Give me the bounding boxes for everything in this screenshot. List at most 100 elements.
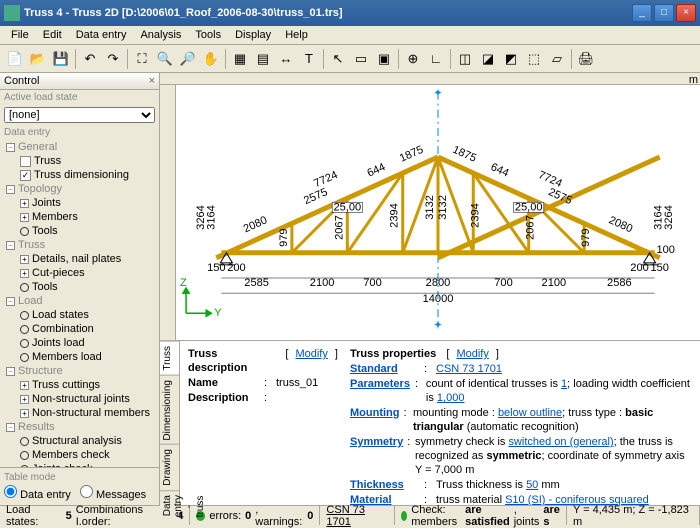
tree-tools1[interactable]: Tools	[32, 225, 58, 237]
expand-icon[interactable]: +	[20, 199, 29, 208]
redo-icon[interactable]: ↷	[102, 48, 124, 70]
group-truss[interactable]: Truss	[18, 239, 45, 251]
vtab-dimensioning[interactable]: Dimensioning	[160, 375, 179, 445]
grid-icon[interactable]: ▦	[229, 48, 251, 70]
vtab-drawing[interactable]: Drawing	[160, 444, 179, 490]
expand-icon[interactable]: +	[20, 395, 29, 404]
tree-membersload[interactable]: Members load	[32, 351, 102, 363]
expand-icon[interactable]: +	[20, 381, 29, 390]
collapse-icon[interactable]: −	[6, 423, 15, 432]
desc-hdr-right: Truss properties	[350, 347, 436, 361]
vtab-dataentry[interactable]: Data entry - truss	[160, 490, 179, 521]
symmetry-link[interactable]: switched on (general)	[508, 436, 613, 448]
minimize-button[interactable]: _	[632, 4, 652, 22]
tree-combination[interactable]: Combination	[32, 323, 94, 335]
coef-link[interactable]: 1,000	[437, 392, 465, 404]
tree-loadstates[interactable]: Load states	[32, 309, 89, 321]
new-icon[interactable]: 📄	[4, 48, 26, 70]
tree-cuttings[interactable]: Truss cuttings	[32, 379, 100, 391]
modify-right-link[interactable]: Modify	[456, 347, 488, 361]
bullet-icon	[20, 325, 29, 334]
menu-display[interactable]: Display	[228, 27, 278, 43]
group-load[interactable]: Load	[18, 295, 42, 307]
svg-text:2586: 2586	[607, 277, 632, 289]
thickness-link[interactable]: 50	[526, 479, 538, 491]
group-structure[interactable]: Structure	[18, 365, 63, 377]
tree-details[interactable]: Details, nail plates	[32, 253, 121, 265]
close-button[interactable]: ×	[676, 4, 696, 22]
tree-nsjoints[interactable]: Non-structural joints	[32, 393, 130, 405]
menu-dataentry[interactable]: Data entry	[69, 27, 134, 43]
checkbox-icon[interactable]	[20, 156, 31, 167]
checkbox-icon[interactable]: ✓	[20, 170, 31, 181]
drawing-canvas[interactable]: ✦ ✦ Y Z	[176, 85, 700, 340]
collapse-icon[interactable]: −	[6, 241, 15, 250]
ortho-icon[interactable]: ∟	[425, 48, 447, 70]
dims-icon[interactable]: ↔	[275, 48, 297, 70]
svg-text:1875: 1875	[398, 144, 425, 165]
tree-cutpieces[interactable]: Cut-pieces	[32, 267, 85, 279]
undo-icon[interactable]: ↶	[79, 48, 101, 70]
tree-nsmembers[interactable]: Non-structural members	[32, 407, 150, 419]
expand-icon[interactable]: +	[20, 409, 29, 418]
tool4-icon[interactable]: ⬚	[523, 48, 545, 70]
selectall-icon[interactable]: ▣	[373, 48, 395, 70]
tree-jointsload[interactable]: Joints load	[32, 337, 85, 349]
tool1-icon[interactable]: ◫	[454, 48, 476, 70]
activeload-select[interactable]: [none]	[4, 107, 155, 123]
toolbar: 📄 📂 💾 ↶ ↷ ⛶ 🔍 🔎 ✋ ▦ ▤ ↔ T ↖ ▭ ▣ ⊕ ∟ ◫ ◪ …	[0, 45, 700, 73]
text-icon[interactable]: T	[298, 48, 320, 70]
tree-joints[interactable]: Joints	[32, 197, 61, 209]
svg-text:2067: 2067	[333, 215, 345, 240]
print-icon[interactable]: 🖨	[575, 48, 597, 70]
menu-file[interactable]: File	[4, 27, 36, 43]
svg-text:Y: Y	[214, 307, 222, 319]
zoomout-icon[interactable]: 🔎	[177, 48, 199, 70]
tool3-icon[interactable]: ◩	[500, 48, 522, 70]
group-topology[interactable]: Topology	[18, 183, 62, 195]
svg-text:150: 150	[207, 262, 225, 274]
tool2-icon[interactable]: ◪	[477, 48, 499, 70]
vtab-truss[interactable]: Truss	[160, 341, 179, 375]
pan-icon[interactable]: ✋	[200, 48, 222, 70]
tree[interactable]: −General Truss ✓Truss dimensioning −Topo…	[0, 140, 159, 467]
expand-icon[interactable]: +	[20, 255, 29, 264]
menu-tools[interactable]: Tools	[188, 27, 228, 43]
maximize-button[interactable]: □	[654, 4, 674, 22]
tree-truss[interactable]: Truss	[34, 155, 61, 167]
zoomin-icon[interactable]: 🔍	[154, 48, 176, 70]
csn-link[interactable]: CSN 73 1701	[326, 504, 388, 528]
panel-close-icon[interactable]: ×	[149, 75, 155, 87]
zoomfit-icon[interactable]: ⛶	[131, 48, 153, 70]
tree-members[interactable]: Members	[32, 211, 78, 223]
layers-icon[interactable]: ▤	[252, 48, 274, 70]
collapse-icon[interactable]: −	[6, 185, 15, 194]
expand-icon[interactable]: +	[20, 213, 29, 222]
group-results[interactable]: Results	[18, 421, 55, 433]
group-general[interactable]: General	[18, 141, 57, 153]
select-icon[interactable]: ↖	[327, 48, 349, 70]
tree-tools2[interactable]: Tools	[32, 281, 58, 293]
tree-trussdim[interactable]: Truss dimensioning	[34, 169, 129, 181]
tree-structanalysis[interactable]: Structural analysis	[32, 435, 122, 447]
bullet-icon	[20, 311, 29, 320]
expand-icon[interactable]: +	[20, 269, 29, 278]
radio-messages[interactable]: Messages	[80, 489, 146, 501]
tool5-icon[interactable]: ▱	[546, 48, 568, 70]
collapse-icon[interactable]: −	[6, 297, 15, 306]
menu-edit[interactable]: Edit	[36, 27, 69, 43]
modify-left-link[interactable]: Modify	[295, 347, 327, 375]
tree-memberscheck[interactable]: Members check	[32, 449, 110, 461]
collapse-icon[interactable]: −	[6, 367, 15, 376]
menu-help[interactable]: Help	[278, 27, 315, 43]
menu-analysis[interactable]: Analysis	[133, 27, 188, 43]
open-icon[interactable]: 📂	[27, 48, 49, 70]
snap-icon[interactable]: ⊕	[402, 48, 424, 70]
selectbox-icon[interactable]: ▭	[350, 48, 372, 70]
svg-text:2585: 2585	[244, 277, 269, 289]
save-icon[interactable]: 💾	[50, 48, 72, 70]
collapse-icon[interactable]: −	[6, 143, 15, 152]
radio-dataentry[interactable]: Data entry	[4, 489, 71, 501]
mounting-link[interactable]: below outline	[498, 407, 562, 419]
standard-link[interactable]: CSN 73 1701	[436, 362, 502, 376]
